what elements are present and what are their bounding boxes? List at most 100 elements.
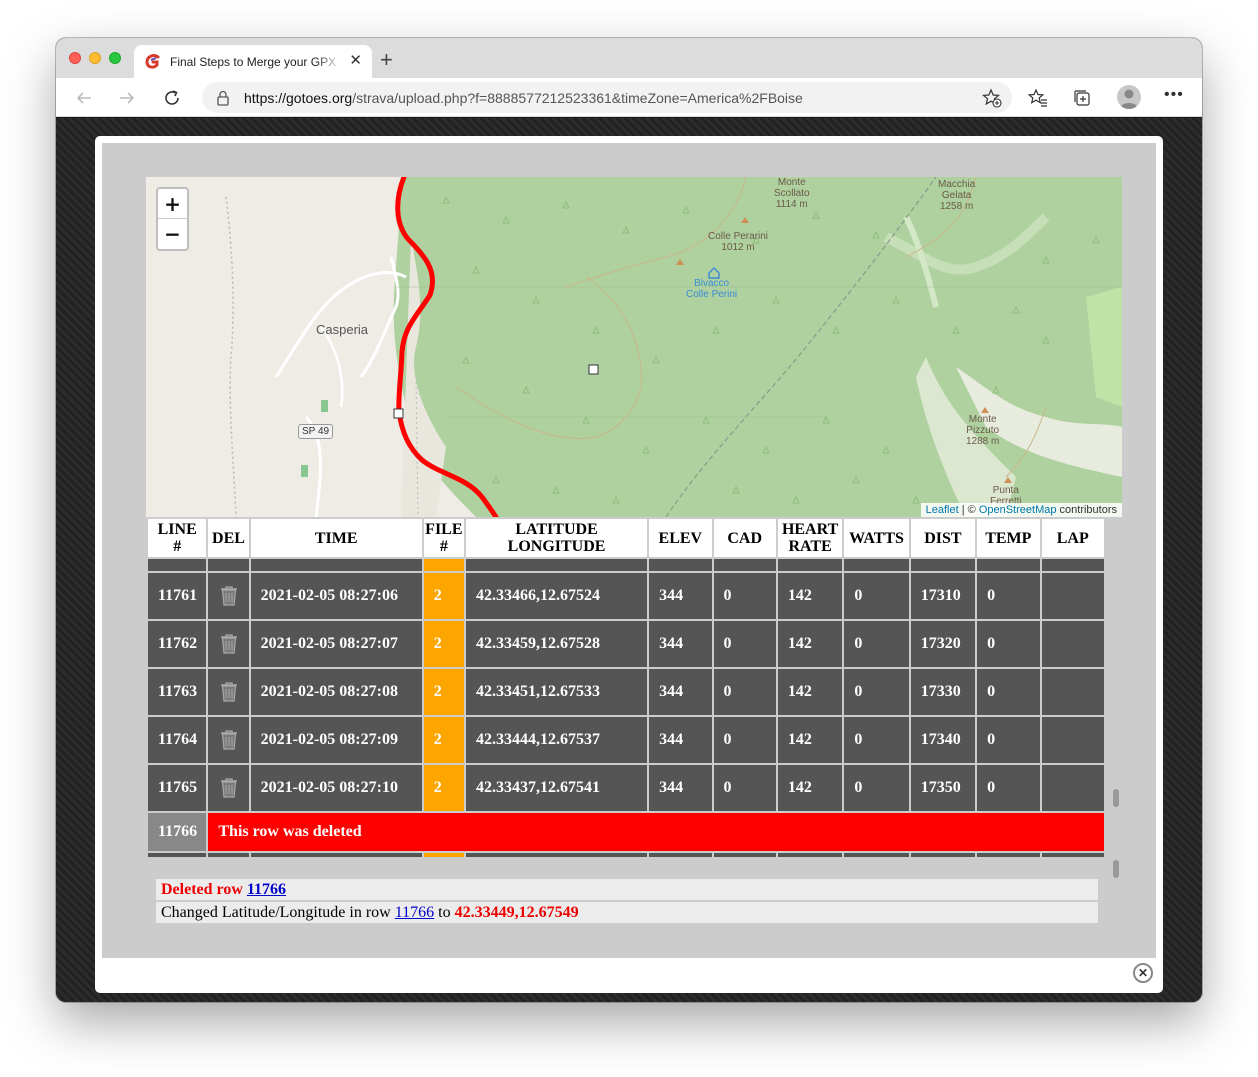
cell-latlon: 42.33444,12.67537 (465, 717, 648, 763)
table-cell (910, 559, 976, 571)
cell-lap (1041, 573, 1104, 619)
refresh-button[interactable] (160, 86, 184, 110)
cell-hr: 142 (777, 717, 843, 763)
cell-elev: 344 (649, 669, 712, 715)
cell-watts: 0 (844, 669, 909, 715)
favorites-icon (1028, 88, 1047, 107)
deleted-table-row: 11766 This row was deleted (148, 813, 1104, 851)
trash-icon (220, 586, 237, 606)
table-cell (777, 559, 843, 571)
cell-cad: 0 (713, 717, 776, 763)
cell-time: 2021-02-05 08:27:06 (250, 573, 422, 619)
cell-time: 2021-02-05 08:27:09 (250, 717, 422, 763)
map-zoom-control: + − (156, 187, 189, 251)
cell-file: 2 (423, 765, 464, 811)
column-header: LAP (1041, 519, 1104, 557)
scrollbar-thumb[interactable] (1113, 789, 1119, 807)
map-attribution: Leaflet | © OpenStreetMap contributors (920, 503, 1122, 517)
scrollbar-thumb-lower[interactable] (1113, 860, 1119, 878)
zoom-in-button[interactable]: + (158, 189, 187, 219)
cell-file: 2 (423, 621, 464, 667)
table-cell (1041, 559, 1104, 571)
column-header: WATTS (844, 519, 909, 557)
new-tab-button[interactable]: + (380, 49, 393, 71)
zoom-out-button[interactable]: − (158, 219, 187, 249)
address-bar[interactable]: https://gotoes.org/strava/upload.php?f=8… (202, 82, 1012, 113)
delete-row-button[interactable] (208, 669, 249, 715)
map-tiles (146, 177, 1122, 517)
table-scrollbar[interactable] (1110, 517, 1122, 878)
table-cell (148, 853, 207, 857)
tab-close-icon[interactable]: ✕ (349, 53, 362, 69)
route-map[interactable]: + − Monte Scollato 1114 m Macchia Gelata… (146, 177, 1122, 517)
modal-content: + − Monte Scollato 1114 m Macchia Gelata… (102, 143, 1156, 958)
table-row: 11763 2021-02-05 08:27:08 2 42.33451,12.675… (148, 669, 1104, 715)
cell-elev: 344 (649, 717, 712, 763)
column-header: DEL (208, 519, 249, 557)
collections-button[interactable] (1070, 86, 1094, 110)
log-line-deleted: Deleted row 11766 (156, 879, 1098, 900)
leaflet-link[interactable]: Leaflet (926, 504, 959, 516)
profile-avatar[interactable] (1117, 85, 1141, 109)
cell-cad: 0 (713, 573, 776, 619)
cell-hr: 142 (777, 573, 843, 619)
table-cell (1041, 853, 1104, 857)
log-deleted-row-link[interactable]: 11766 (247, 881, 286, 898)
map-label-monte-scollato: Monte Scollato 1114 m (774, 177, 810, 210)
cell-hr: 142 (777, 765, 843, 811)
more-menu-icon[interactable]: ••• (1164, 86, 1184, 104)
page-viewport: + − Monte Scollato 1114 m Macchia Gelata… (56, 118, 1202, 1002)
add-favorite-icon[interactable] (982, 88, 1002, 108)
map-label-macchia-gelata: Macchia Gelata 1258 m (938, 179, 976, 212)
column-header: LINE # (148, 519, 207, 557)
cell-temp: 0 (977, 573, 1040, 619)
forward-button[interactable] (115, 86, 139, 110)
table-cell (844, 853, 909, 857)
cell-file: 2 (423, 669, 464, 715)
column-header: FILE # (423, 519, 464, 557)
minimize-window-button[interactable] (89, 52, 101, 64)
cell-dist: 17350 (910, 765, 976, 811)
osm-link[interactable]: OpenStreetMap (979, 504, 1057, 516)
table-cell (977, 853, 1040, 857)
cell-cad: 0 (713, 765, 776, 811)
table-cell (713, 853, 776, 857)
refresh-icon (165, 90, 179, 105)
table-cell (977, 559, 1040, 571)
cell-dist: 17310 (910, 573, 976, 619)
cell-watts: 0 (844, 765, 909, 811)
table-header-row: LINE # DEL TIME FILE # LATITUDE LONGITUDE ELE… (148, 519, 1104, 557)
maximize-window-button[interactable] (109, 52, 121, 64)
log-changed-value: 42.33449,12.67549 (454, 904, 579, 921)
browser-window: Final Steps to Merge your GPX ✕ + https:… (56, 38, 1202, 1002)
gps-data-table-container[interactable]: LINE # DEL TIME FILE # LATITUDE LONGITUDE ELE… (146, 517, 1112, 857)
column-header: DIST (910, 519, 976, 557)
cell-line: 11763 (148, 669, 207, 715)
cell-elev: 344 (649, 573, 712, 619)
table-cell (423, 853, 464, 857)
cell-cad: 0 (713, 621, 776, 667)
close-window-button[interactable] (69, 52, 81, 64)
cell-temp: 0 (977, 669, 1040, 715)
cell-lap (1041, 669, 1104, 715)
favorites-button[interactable] (1026, 86, 1050, 110)
table-cell (250, 853, 422, 857)
delete-row-button[interactable] (208, 765, 249, 811)
cell-lap (1041, 765, 1104, 811)
back-button[interactable] (72, 86, 96, 110)
browser-tab[interactable]: Final Steps to Merge your GPX ✕ (134, 45, 372, 78)
log-changed-row-link[interactable]: 11766 (395, 904, 434, 921)
modal-close-button[interactable]: ✕ (1133, 963, 1153, 983)
cell-line: 11764 (148, 717, 207, 763)
cell-latlon: 42.33451,12.67533 (465, 669, 648, 715)
table-cell (777, 853, 843, 857)
log-line-changed: Changed Latitude/Longitude in row 11766 … (156, 902, 1098, 923)
trash-icon (220, 730, 237, 750)
table-cell (910, 853, 976, 857)
column-header: ELEV (649, 519, 712, 557)
delete-row-button[interactable] (208, 717, 249, 763)
back-arrow-icon (76, 92, 91, 104)
tab-bar: Final Steps to Merge your GPX ✕ + (56, 38, 1202, 78)
delete-row-button[interactable] (208, 573, 249, 619)
delete-row-button[interactable] (208, 621, 249, 667)
